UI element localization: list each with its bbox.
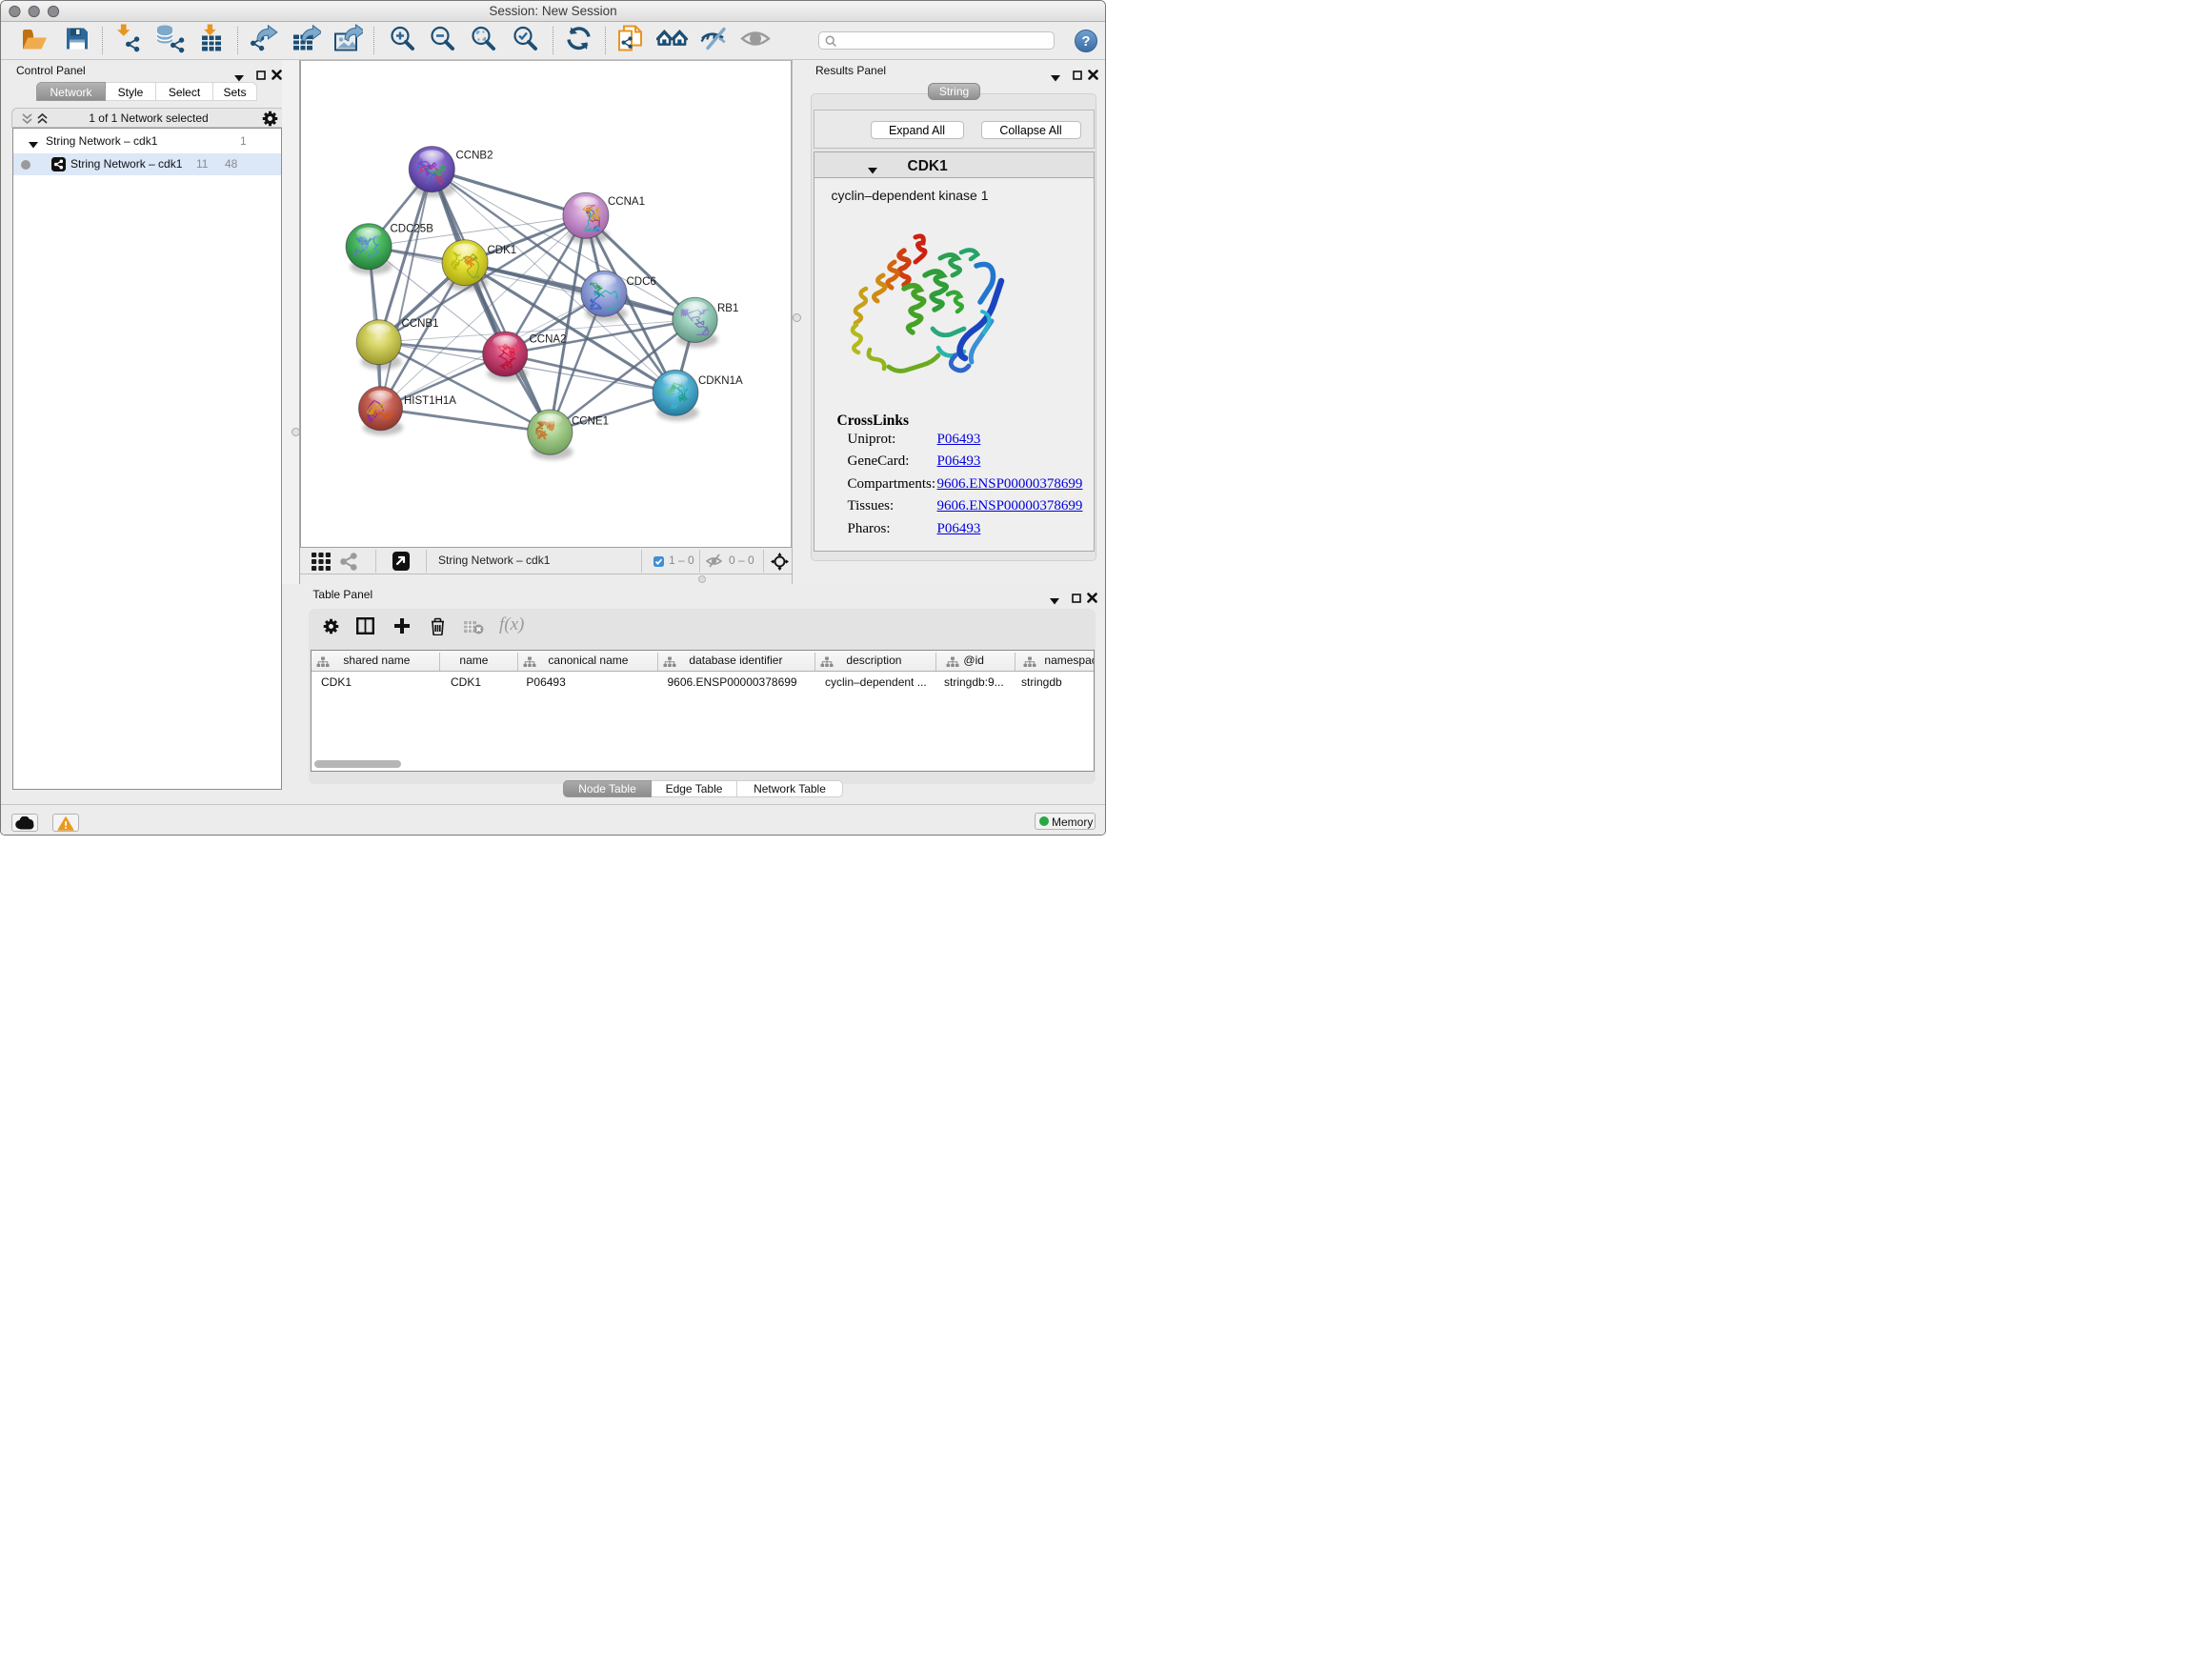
svg-text:CCNB2: CCNB2 <box>456 151 493 162</box>
svg-text:CCNB1: CCNB1 <box>402 318 439 330</box>
svg-text:CCNA2: CCNA2 <box>530 334 567 346</box>
svg-text:CDK1: CDK1 <box>488 245 517 256</box>
svg-text:HIST1H1A: HIST1H1A <box>404 395 456 407</box>
svg-text:CCNA1: CCNA1 <box>608 196 645 208</box>
svg-text:CCNE1: CCNE1 <box>572 416 609 428</box>
svg-text:CDC6: CDC6 <box>627 276 656 288</box>
svg-text:CDC25B: CDC25B <box>391 224 434 235</box>
svg-text:CDKN1A: CDKN1A <box>698 375 743 387</box>
svg-text:RB1: RB1 <box>717 303 738 314</box>
